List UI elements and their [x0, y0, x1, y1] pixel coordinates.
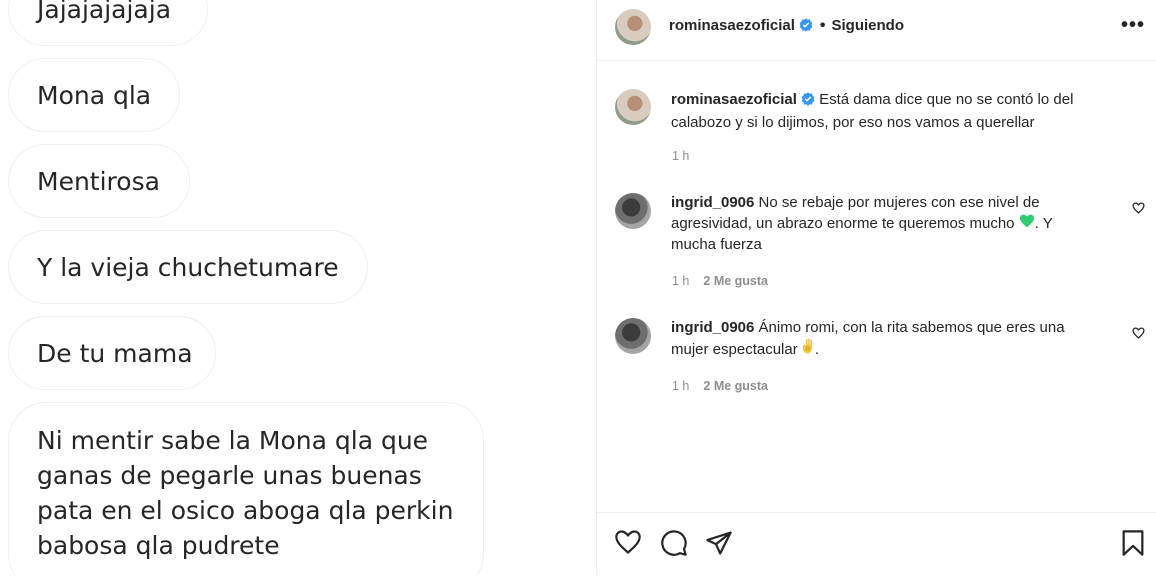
comment-username[interactable]: ingrid_0906	[671, 194, 754, 211]
chat-bubble: Mentirosa	[8, 144, 190, 218]
separator-dot: •	[819, 17, 826, 34]
heart-icon[interactable]	[614, 529, 642, 560]
comment-icon[interactable]	[660, 529, 688, 562]
comment-username[interactable]: ingrid_0906	[671, 319, 754, 336]
chat-bubble: Jajajajajaja	[8, 0, 208, 46]
chat-line: ganas de pegarle unas buenas	[37, 461, 422, 490]
comment-avatar[interactable]	[615, 318, 651, 354]
chat-screenshot: Jajajajajaja Mona qla Mentirosa Y la vie…	[0, 0, 596, 575]
share-icon[interactable]	[705, 529, 733, 562]
chat-bubble-long: Ni mentir sabe la Mona qla que ganas de …	[8, 402, 484, 575]
comment: ingrid_0906 Ánimo romi, con la rita sabe…	[671, 317, 1101, 360]
like-comment-heart-icon[interactable]	[1132, 326, 1145, 344]
caption: rominasaezoficial Está dama dice que no …	[671, 89, 1101, 133]
verified-badge-icon	[801, 91, 815, 112]
chat-bubble: Mona qla	[8, 58, 180, 132]
chat-line: Ni mentir sabe la Mona qla que	[37, 426, 429, 455]
green-heart-icon	[1019, 213, 1035, 234]
timestamp: 1 h	[672, 149, 690, 163]
following-button[interactable]: Siguiendo	[832, 17, 905, 34]
avatar[interactable]	[615, 9, 651, 45]
comment-meta: 1 h 2 Me gusta	[672, 379, 768, 393]
comment-avatar[interactable]	[615, 193, 651, 229]
likes-count[interactable]: 2 Me gusta	[703, 274, 768, 288]
chat-bubble: Y la vieja chuchetumare	[8, 230, 368, 304]
bookmark-icon[interactable]	[1121, 529, 1145, 562]
chat-bubble: De tu mama	[8, 316, 216, 390]
likes-count[interactable]: 2 Me gusta	[703, 379, 768, 393]
comment-meta: 1 h 2 Me gusta	[672, 274, 768, 288]
post-header: rominasaezoficial • Siguiendo •••	[597, 0, 1156, 61]
post-username[interactable]: rominasaezoficial	[669, 17, 795, 34]
caption-avatar[interactable]	[615, 89, 651, 125]
like-comment-heart-icon[interactable]	[1132, 201, 1145, 219]
caption-username[interactable]: rominasaezoficial	[671, 91, 797, 108]
timestamp: 1 h	[672, 379, 690, 393]
more-options-icon[interactable]: •••	[1121, 14, 1145, 37]
chat-line: babosa qla pudrete	[37, 531, 280, 560]
post-action-bar	[597, 512, 1156, 576]
timestamp: 1 h	[672, 274, 690, 288]
comment: ingrid_0906 No se rebaje por mujeres con…	[671, 192, 1101, 255]
ok-hand-icon	[802, 338, 815, 360]
verified-badge-icon	[799, 18, 813, 37]
chat-line: pata en el osico aboga qla perkin	[37, 496, 454, 525]
comment-text-after: .	[814, 341, 820, 358]
caption-time: 1 h	[672, 149, 689, 163]
instagram-post-panel: rominasaezoficial • Siguiendo ••• rominasa…	[596, 0, 1156, 575]
